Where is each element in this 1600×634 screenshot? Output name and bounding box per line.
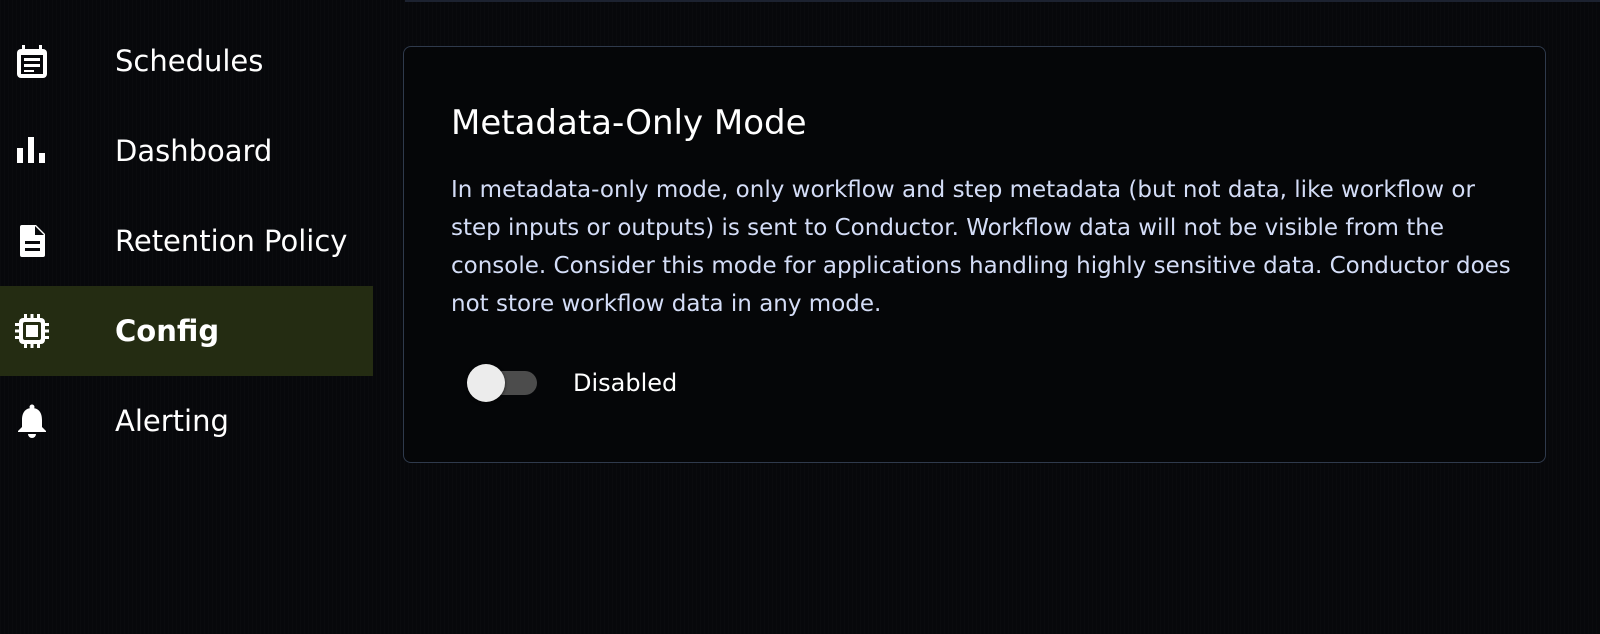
sidebar-item-retention-policy[interactable]: Retention Policy [0,196,373,286]
sidebar-item-label: Alerting [115,404,229,438]
metadata-only-mode-toggle[interactable] [467,364,537,402]
sidebar-item-label: Config [115,314,220,348]
sidebar-item-dashboard[interactable]: Dashboard [0,106,373,196]
sidebar-item-config[interactable]: Config [0,286,373,376]
sidebar-item-label: Schedules [115,44,264,78]
sidebar-item-alerting[interactable]: Alerting [0,376,373,466]
toggle-status-label: Disabled [573,369,678,397]
sidebar-item-schedules[interactable]: Schedules [0,16,373,106]
chip-icon [14,313,50,349]
sidebar: Schedules Dashboard Retention Policy Con… [0,16,373,466]
document-icon [14,223,50,259]
sidebar-item-label: Dashboard [115,134,273,168]
app-root: Schedules Dashboard Retention Policy Con… [0,0,1600,634]
bar-chart-icon [14,133,50,169]
bell-icon [14,403,50,439]
calendar-icon [14,43,50,79]
sidebar-item-label: Retention Policy [115,224,348,258]
top-divider [405,0,1600,2]
toggle-thumb [467,364,505,402]
card-title: Metadata-Only Mode [451,103,807,143]
card-description: In metadata-only mode, only workflow and… [451,177,1511,317]
metadata-only-mode-card: Metadata-Only Mode In metadata-only mode… [403,46,1546,463]
